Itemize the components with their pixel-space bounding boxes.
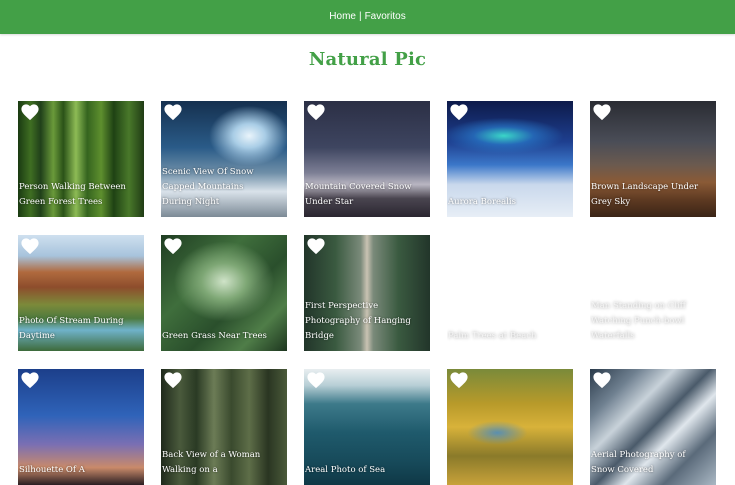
photo-caption: Back View of a Woman Walking on a [162, 450, 261, 475]
photo-card[interactable]: Man Standing on Cliff Watching Punch-bow… [590, 235, 716, 351]
photo-card[interactable]: Areal Photo of Sea [304, 369, 430, 485]
favorite-heart-icon[interactable] [306, 237, 326, 255]
page-title: Natural Pic [308, 49, 427, 70]
photo-caption: Scenic View Of Snow Capped Mountains Dur… [162, 167, 254, 207]
top-navbar: Home | Favoritos [0, 0, 735, 34]
photo-caption: Aerial Photography of Snow Covered [591, 450, 686, 475]
favorite-heart-icon[interactable] [306, 103, 326, 121]
photo-caption: First Perspective Photography of Hanging… [305, 301, 411, 341]
photo-caption: Brown Landscape Under Grey Sky [591, 182, 699, 207]
photo-card[interactable]: Scenic View Of Snow Capped Mountains Dur… [161, 101, 287, 217]
photo-card[interactable] [447, 369, 573, 485]
favorite-heart-icon[interactable] [449, 371, 469, 389]
photo-card[interactable]: First Perspective Photography of Hanging… [304, 235, 430, 351]
photo-card[interactable]: Person Walking Between Green Forest Tree… [18, 101, 144, 217]
favorite-heart-icon[interactable] [163, 237, 183, 255]
photo-caption: Areal Photo of Sea [305, 465, 386, 475]
photo-caption: Mountain Covered Snow Under Star [305, 182, 412, 207]
photo-card[interactable]: Brown Landscape Under Grey Sky [590, 101, 716, 217]
favorite-heart-icon[interactable] [449, 103, 469, 121]
favorite-heart-icon[interactable] [163, 103, 183, 121]
photo-caption: Person Walking Between Green Forest Tree… [19, 182, 126, 207]
photo-caption: Man Standing on Cliff Watching Punch-bow… [591, 301, 686, 341]
favorite-heart-icon[interactable] [20, 103, 40, 121]
photo-card[interactable]: Aurora Borealis [447, 101, 573, 217]
photo-card[interactable]: Photo Of Stream During Daytime [18, 235, 144, 351]
photo-card[interactable]: Palm Trees at Beach [447, 235, 573, 351]
favorite-heart-icon[interactable] [592, 371, 612, 389]
photo-card[interactable]: Back View of a Woman Walking on a [161, 369, 287, 485]
favorite-heart-icon[interactable] [20, 371, 40, 389]
favorite-heart-icon[interactable] [163, 371, 183, 389]
favorite-heart-icon[interactable] [306, 371, 326, 389]
photo-card[interactable]: Aerial Photography of Snow Covered [590, 369, 716, 485]
favorite-heart-icon[interactable] [20, 237, 40, 255]
nav-separator: | [358, 10, 362, 22]
photo-caption: Photo Of Stream During Daytime [19, 316, 124, 341]
favorite-heart-icon[interactable] [592, 103, 612, 121]
nav-links: Home | Favoritos [329, 11, 405, 22]
photo-card[interactable]: Silhouette Of A [18, 369, 144, 485]
photo-card[interactable]: Green Grass Near Trees [161, 235, 287, 351]
nav-favorites-link[interactable]: Favoritos [365, 11, 406, 22]
nav-home-link[interactable]: Home [329, 11, 356, 22]
photo-card[interactable]: Mountain Covered Snow Under Star [304, 101, 430, 217]
photo-caption: Silhouette Of A [19, 465, 85, 475]
photo-caption: Green Grass Near Trees [162, 331, 267, 341]
photo-caption: Aurora Borealis [448, 197, 516, 207]
photo-caption: Palm Trees at Beach [448, 331, 537, 341]
